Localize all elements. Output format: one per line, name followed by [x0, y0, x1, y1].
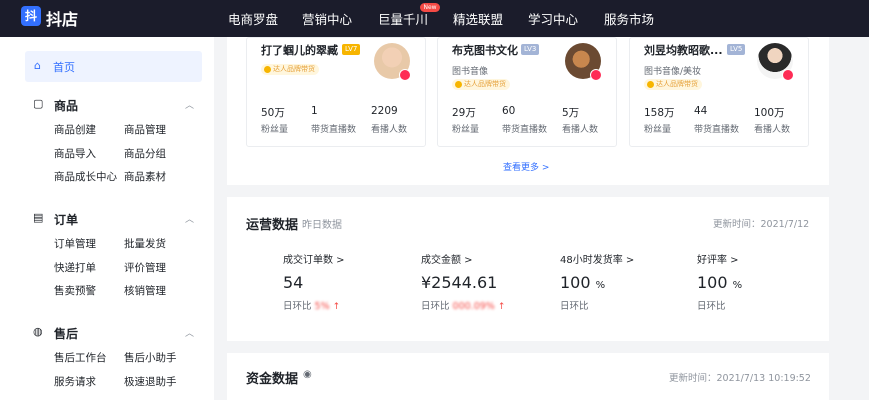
sidebar-group-label: 订单: [54, 213, 79, 227]
anchor-card[interactable]: 打了蝈儿的翠臧 LV7 达人品牌带货 50万 1 2209 粉丝量 带货直播数 …: [246, 37, 426, 147]
anchor-brand-badge: 达人品牌带货: [452, 79, 510, 90]
anchor-stat-label: 带货直播数: [694, 125, 740, 135]
top-navigation-bar: 抖 抖店 电商罗盘 营销中心 巨量千川 New 精选联盟 学习中心 服务市场: [0, 0, 869, 37]
metric-value-gmv: ¥2544.61: [421, 273, 498, 292]
nav-item-marketing[interactable]: 营销中心: [302, 9, 352, 28]
metric-label-gmv[interactable]: 成交金额 >: [421, 251, 473, 266]
anchor-name: 打了蝈儿的翠臧: [261, 44, 338, 57]
anchor-name: 布克图书文化: [452, 44, 518, 57]
view-more-link[interactable]: 查看更多 >: [503, 160, 549, 173]
douyin-live-icon: [782, 69, 794, 81]
update-time: 更新时间：2021/7/12: [713, 219, 810, 230]
metric-label-orders[interactable]: 成交订单数 >: [283, 251, 345, 266]
sidebar-group-label: 售后: [54, 327, 79, 341]
shop-bag-icon: ▢: [33, 97, 44, 110]
nav-item-qianchuan[interactable]: 巨量千川: [378, 9, 428, 28]
nav-item-service-market[interactable]: 服务市场: [604, 9, 654, 28]
sidebar-link[interactable]: 商品素材: [124, 169, 166, 184]
anchor-stat-value: 50万: [261, 107, 285, 119]
anchor-stat-label: 粉丝量: [644, 125, 672, 135]
anchor-stat-label: 粉丝量: [261, 125, 289, 135]
anchor-stat-label: 带货直播数: [311, 125, 357, 135]
collapse-caret-icon[interactable]: ︿: [185, 212, 194, 225]
anchor-stat-label: 看播人数: [562, 125, 599, 135]
collapse-caret-icon[interactable]: ︿: [185, 326, 194, 339]
sidebar-item-label: 首页: [53, 61, 75, 74]
anchor-stat-value: 158万: [644, 107, 675, 119]
metric-compare: 日环比: [697, 301, 726, 312]
nav-item-compass[interactable]: 电商罗盘: [228, 9, 278, 28]
sidebar-item-home[interactable]: ⌂ 首页: [25, 51, 202, 82]
sidebar: ⌂ 首页 ▢ 商品 ︿ 商品创建 商品管理 商品导入 商品分组 商品成长中心 商…: [0, 37, 214, 400]
douyin-live-icon: [399, 69, 411, 81]
brand-name[interactable]: 抖店: [46, 6, 78, 30]
anchor-stat-label: 看播人数: [371, 125, 408, 135]
metric-compare: 日环比: [560, 301, 589, 312]
metric-compare: 日环比 5% ↑: [283, 301, 341, 312]
nav-new-badge: New: [420, 3, 440, 12]
anchor-card[interactable]: 刘昱均教昭歌... LV5 图书音像/美妆 达人品牌带货 158万 44 100…: [629, 37, 809, 147]
home-icon: ⌂: [34, 59, 41, 72]
anchor-name: 刘昱均教昭歌...: [644, 44, 723, 57]
section-title: 资金数据: [246, 372, 299, 387]
sidebar-link[interactable]: 评价管理: [124, 260, 166, 275]
sidebar-link[interactable]: 售后工作台: [54, 350, 107, 365]
sidebar-link[interactable]: 核销管理: [124, 283, 166, 298]
anchor-stat-value: 5万: [562, 107, 580, 119]
service-icon: ◍: [33, 325, 43, 338]
metric-compare: 日环比 000.09% ↑: [421, 301, 506, 312]
sidebar-link[interactable]: 服务请求: [54, 374, 96, 389]
anchor-level-badge: LV5: [727, 44, 746, 55]
anchor-level-badge: LV7: [342, 44, 361, 55]
anchor-stat-label: 看播人数: [754, 125, 791, 135]
anchor-card[interactable]: 布克图书文化 LV3 图书音像 达人品牌带货 29万 60 5万 粉丝量 带货直…: [437, 37, 617, 147]
sidebar-link[interactable]: 快递打单: [54, 260, 96, 275]
clipboard-icon: ▤: [33, 211, 44, 224]
metric-label-good-rate[interactable]: 好评率 >: [697, 251, 739, 266]
sidebar-link[interactable]: 售卖预警: [54, 283, 96, 298]
anchor-stat-value: 100万: [754, 107, 785, 119]
operations-data-card: 运营数据 昨日数据 更新时间：2021/7/12 成交订单数 > 54 日环比 …: [227, 197, 829, 341]
sidebar-link[interactable]: 商品导入: [54, 146, 96, 161]
doudian-logo-icon[interactable]: 抖: [21, 6, 41, 26]
anchor-stat-value: 29万: [452, 107, 476, 119]
anchor-stat-value: 1: [311, 105, 318, 117]
douyin-live-icon: [590, 69, 602, 81]
anchor-stat-value: 44: [694, 105, 708, 117]
sidebar-link[interactable]: 商品管理: [124, 122, 166, 137]
up-arrow-icon: ↑: [497, 302, 506, 312]
section-title: 运营数据: [246, 218, 299, 233]
sidebar-link[interactable]: 商品成长中心: [54, 169, 117, 184]
sidebar-link[interactable]: 商品分组: [124, 146, 166, 161]
sidebar-link[interactable]: 极速退助手: [124, 374, 177, 389]
anchor-category: 图书音像/美妆: [644, 67, 702, 77]
sidebar-link[interactable]: 批量发货: [124, 236, 166, 251]
anchor-level-badge: LV3: [521, 44, 540, 55]
eye-icon[interactable]: ◉: [303, 369, 312, 380]
metric-value-good-rate: 100 %: [697, 273, 743, 292]
sidebar-group-label: 商品: [54, 99, 79, 113]
update-time: 更新时间：2021/7/13 10:19:52: [669, 373, 811, 384]
funds-data-card: 资金数据 ◉ 更新时间：2021/7/13 10:19:52: [227, 353, 829, 400]
metric-label-ship-rate[interactable]: 48小时发货率 >: [560, 251, 634, 266]
anchor-stat-label: 粉丝量: [452, 125, 480, 135]
sidebar-link[interactable]: 订单管理: [54, 236, 96, 251]
anchor-category: 图书音像: [452, 67, 489, 77]
nav-item-learning[interactable]: 学习中心: [528, 9, 578, 28]
sidebar-link[interactable]: 商品创建: [54, 122, 96, 137]
up-arrow-icon: ↑: [332, 302, 341, 312]
anchor-stat-value: 60: [502, 105, 516, 117]
metric-value-orders: 54: [283, 273, 304, 292]
collapse-caret-icon[interactable]: ︿: [185, 98, 194, 111]
metric-value-ship-rate: 100 %: [560, 273, 606, 292]
anchor-stat-label: 带货直播数: [502, 125, 548, 135]
nav-item-alliance[interactable]: 精选联盟: [453, 9, 503, 28]
anchor-brand-badge: 达人品牌带货: [644, 79, 702, 90]
anchor-brand-badge: 达人品牌带货: [261, 64, 319, 75]
anchor-stat-value: 2209: [371, 105, 398, 117]
sidebar-link[interactable]: 售后小助手: [124, 350, 177, 365]
section-subtitle: 昨日数据: [302, 220, 342, 231]
